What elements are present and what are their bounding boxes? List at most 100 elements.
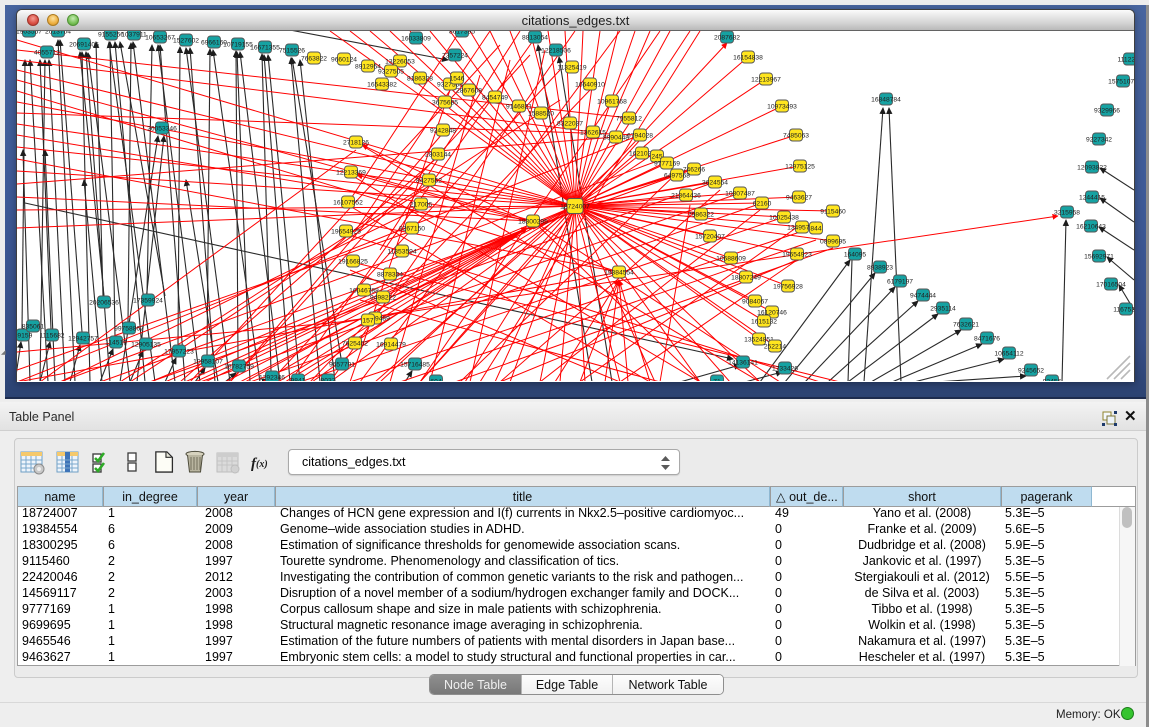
svg-text:844: 844: [810, 225, 821, 232]
svg-text:2087682: 2087682: [714, 34, 740, 41]
svg-text:10653267: 10653267: [145, 34, 175, 41]
svg-text:62160: 62160: [753, 200, 772, 207]
svg-text:1733426: 1733426: [772, 365, 798, 372]
svg-text:7986322: 7986322: [688, 211, 714, 218]
svg-text:19166825: 19166825: [338, 258, 368, 265]
svg-text:2867608: 2867608: [456, 87, 482, 94]
svg-text:6794028: 6794028: [627, 132, 653, 139]
svg-text:1527602: 1527602: [173, 37, 199, 44]
svg-text:1546: 1546: [450, 75, 465, 82]
svg-text:10654112: 10654112: [994, 350, 1024, 357]
svg-text:3624554: 3624554: [702, 179, 728, 186]
svg-text:8813054: 8813054: [522, 34, 548, 41]
svg-text:10958107: 10958107: [193, 358, 223, 365]
svg-text:2013704: 2013704: [45, 31, 71, 35]
svg-text:19384554: 19384554: [604, 269, 634, 276]
svg-text:8454749: 8454749: [482, 94, 508, 101]
svg-text:6179197: 6179197: [887, 278, 913, 285]
svg-text:1167534: 1167534: [1113, 306, 1134, 313]
svg-text:19654925: 19654925: [331, 228, 361, 235]
svg-text:17016504: 17016504: [1096, 281, 1126, 288]
svg-text:9146821: 9146821: [506, 103, 532, 110]
svg-text:21364436: 21364436: [671, 192, 701, 199]
svg-text:18724007: 18724007: [560, 203, 590, 210]
svg-text:12213369: 12213369: [336, 169, 366, 176]
svg-text:8617395: 8617395: [449, 31, 475, 35]
svg-text:0899695: 0899695: [820, 238, 846, 245]
svg-text:12218506: 12218506: [541, 47, 571, 54]
svg-text:19654923: 19654923: [782, 251, 812, 258]
svg-text:18807249: 18807249: [731, 274, 761, 281]
svg-text:8186328: 8186328: [407, 75, 433, 82]
svg-text:835061: 835061: [22, 323, 45, 330]
svg-text:16033809: 16033809: [401, 35, 431, 42]
svg-text:39159: 39159: [17, 332, 33, 339]
svg-text:114519: 114519: [105, 339, 127, 346]
svg-text:11325419: 11325419: [557, 64, 587, 71]
svg-text:7485063: 7485063: [783, 132, 809, 139]
svg-text:252214: 252214: [764, 343, 787, 350]
svg-text:20691406: 20691406: [69, 41, 99, 48]
svg-text:3675685: 3675685: [432, 99, 458, 106]
svg-text:164095: 164095: [844, 251, 867, 258]
svg-text:9463627: 9463627: [786, 194, 812, 201]
svg-text:17957223: 17957223: [164, 348, 194, 355]
svg-text:2803144: 2803144: [425, 151, 451, 158]
svg-text:4055712: 4055712: [34, 49, 60, 56]
svg-text:12093822: 12093822: [1077, 164, 1107, 171]
svg-text:10719155: 10719155: [223, 41, 253, 48]
svg-text:2935114: 2935114: [930, 305, 956, 312]
svg-text:10973493: 10973493: [767, 103, 797, 110]
svg-text:8322037: 8322037: [557, 120, 583, 127]
svg-text:71: 71: [713, 378, 721, 381]
svg-text:99758867: 99758867: [114, 325, 144, 332]
svg-text:1292346: 1292346: [259, 374, 285, 381]
svg-text:17359924: 17359924: [133, 297, 163, 304]
svg-text:8990448: 8990448: [603, 134, 629, 141]
svg-text:3215958: 3215958: [1054, 209, 1080, 216]
svg-text:12975125: 12975125: [785, 163, 815, 170]
svg-text:16671355: 16671355: [250, 44, 280, 51]
svg-text:16782759: 16782759: [224, 363, 254, 370]
svg-text:1903557: 1903557: [17, 31, 42, 35]
svg-text:16640910: 16640910: [575, 81, 605, 88]
svg-text:16210643: 16210643: [1076, 223, 1106, 230]
svg-text:15716485: 15716485: [400, 361, 430, 368]
svg-text:8267150: 8267150: [399, 225, 425, 232]
svg-text:8938923: 8938923: [867, 264, 893, 271]
svg-text:16046788: 16046788: [349, 287, 379, 294]
svg-text:7955812: 7955812: [616, 115, 642, 122]
svg-text:8032: 8032: [321, 377, 336, 381]
svg-text:1615132: 1615132: [751, 318, 777, 325]
svg-text:15751074: 15751074: [1108, 78, 1134, 85]
svg-text:1112278: 1112278: [1117, 56, 1134, 63]
svg-text:7632621: 7632621: [953, 321, 979, 328]
svg-text:1037911: 1037911: [121, 31, 147, 38]
svg-text:157: 157: [362, 317, 373, 324]
svg-text:14136141: 14136141: [728, 359, 758, 366]
svg-text:9841: 9841: [291, 377, 306, 381]
svg-text:(x): (x): [256, 459, 268, 470]
svg-text:6497568: 6497568: [664, 172, 690, 179]
svg-text:18300295: 18300295: [518, 218, 548, 225]
svg-text:1115682: 1115682: [39, 332, 64, 339]
svg-text:10688609: 10688609: [716, 255, 746, 262]
svg-text:12213967: 12213967: [751, 76, 781, 83]
svg-text:16543382: 16543382: [367, 81, 397, 88]
svg-text:92456: 92456: [1043, 378, 1062, 381]
svg-text:9498222: 9498222: [370, 294, 396, 301]
svg-text:15692971: 15692971: [1084, 253, 1114, 260]
svg-text:15720407: 15720407: [695, 233, 725, 240]
svg-text:19756928: 19756928: [773, 283, 803, 290]
svg-text:9657791: 9657791: [329, 361, 355, 368]
svg-text:2718126: 2718126: [343, 139, 369, 146]
svg-text:10807487: 10807487: [725, 190, 755, 197]
svg-text:9227342: 9227342: [1086, 136, 1112, 143]
svg-text:16107552: 16107552: [333, 199, 363, 206]
svg-text:9777169: 9777169: [654, 160, 680, 167]
svg-text:8471676: 8471676: [974, 335, 1000, 342]
svg-text:1244415: 1244415: [1079, 194, 1105, 201]
svg-text:7515526: 7515526: [279, 47, 305, 54]
svg-text:9327505: 9327505: [378, 68, 404, 75]
svg-text:604: 604: [430, 378, 441, 381]
